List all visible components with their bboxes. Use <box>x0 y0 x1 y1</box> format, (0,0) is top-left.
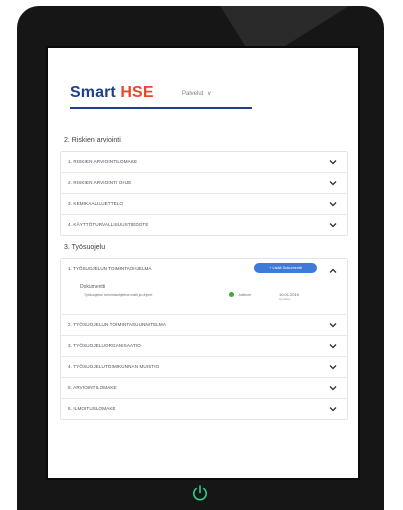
document-link[interactable]: Työsuojelun toimintaohjelma malli ja ohj… <box>84 293 152 297</box>
document-approval: Hyväksy <box>279 297 291 301</box>
logo-smart: Smart <box>70 84 116 101</box>
accordion-item[interactable]: 1. RISKIEN ARVIOINTILOMAKE <box>61 152 347 172</box>
chevron-down-icon[interactable] <box>328 383 338 393</box>
chevron-down-icon[interactable] <box>328 404 338 414</box>
logo-hse: HSE <box>120 84 154 101</box>
chevron-down-icon[interactable] <box>328 362 338 372</box>
accordion-item-label: 4. TYÖSUOJELUTOIMIKUNNAN MUISTIO <box>68 364 160 369</box>
chevron-down-icon[interactable] <box>328 320 338 330</box>
document-status: Julkinen <box>238 293 252 297</box>
tablet-frame: Smart HSE Palvelut ∨ 2. Riskien arvioint… <box>17 6 384 510</box>
accordion-item-label[interactable]: 1. TYÖSUOJELUN TOIMINTAOHJELMA <box>68 266 151 271</box>
chevron-down-icon[interactable] <box>328 157 338 167</box>
accordion-item[interactable]: 5. ARVIOINTILOMAKE <box>61 377 347 398</box>
chevron-down-icon[interactable] <box>328 220 338 230</box>
screen: Smart HSE Palvelut ∨ 2. Riskien arvioint… <box>46 46 360 480</box>
chevron-up-icon[interactable] <box>328 263 338 281</box>
accordion-item-label: 4. KÄYTTÖTURVALLISUUSTIEDOTE <box>68 222 149 227</box>
accordion-item-label: 3. KEMIKAALILUETTELO <box>68 201 124 206</box>
chevron-down-icon[interactable] <box>328 199 338 209</box>
section-title-tyosuojelu: 3. Työsuojelu <box>64 244 106 251</box>
accordion-item[interactable]: 4. TYÖSUOJELUTOIMIKUNNAN MUISTIO <box>61 356 347 377</box>
accordion-item-label: 2. TYÖSUOJELUN TOIMINTASUUNNITELMA <box>68 322 167 327</box>
accordion-item-expanded: 1. TYÖSUOJELUN TOIMINTAOHJELMA + Lisää D… <box>61 259 347 314</box>
status-dot-icon <box>229 292 234 297</box>
accordion-item-label: 3. TYÖSUOJELUORGANISAATIO <box>68 343 141 348</box>
services-menu[interactable]: Palvelut ∨ <box>182 90 211 97</box>
accordion-item-label: 2. RISKIEN ARVIOINTI OHJE <box>68 180 132 185</box>
power-icon[interactable] <box>191 484 209 502</box>
accordion-item[interactable]: 3. TYÖSUOJELUORGANISAATIO <box>61 335 347 356</box>
add-document-button[interactable]: + Lisää Dokumentti <box>254 263 317 273</box>
header-underline <box>70 107 252 109</box>
accordion-item[interactable]: 3. KEMIKAALILUETTELO <box>61 193 347 214</box>
accordion-item[interactable]: 6. ILMOITUSLOMAKE <box>61 398 347 419</box>
accordion-item[interactable]: 4. KÄYTTÖTURVALLISUUSTIEDOTE <box>61 214 347 235</box>
logo[interactable]: Smart HSE <box>70 84 154 102</box>
accordion-tyosuojelu: 1. TYÖSUOJELUN TOIMINTAOHJELMA + Lisää D… <box>60 258 348 420</box>
chevron-down-icon[interactable] <box>328 178 338 188</box>
accordion-item[interactable]: 2. TYÖSUOJELUN TOIMINTASUUNNITELMA <box>61 314 347 335</box>
section-title-riskien-arviointi: 2. Riskien arviointi <box>64 137 121 144</box>
accordion-riskien-arviointi: 1. RISKIEN ARVIOINTILOMAKE 2. RISKIEN AR… <box>60 151 348 236</box>
documents-heading: Dokumentti <box>80 284 106 290</box>
accordion-item-label: 6. ILMOITUSLOMAKE <box>68 406 116 411</box>
app-header: Smart HSE Palvelut ∨ <box>70 84 252 109</box>
services-menu-label: Palvelut <box>182 91 204 97</box>
accordion-item-label: 5. ARVIOINTILOMAKE <box>68 385 117 390</box>
chevron-down-icon[interactable] <box>328 341 338 351</box>
chevron-down-icon: ∨ <box>207 91 212 97</box>
accordion-item[interactable]: 2. RISKIEN ARVIOINTI OHJE <box>61 172 347 193</box>
accordion-item-label: 1. RISKIEN ARVIOINTILOMAKE <box>68 159 138 164</box>
